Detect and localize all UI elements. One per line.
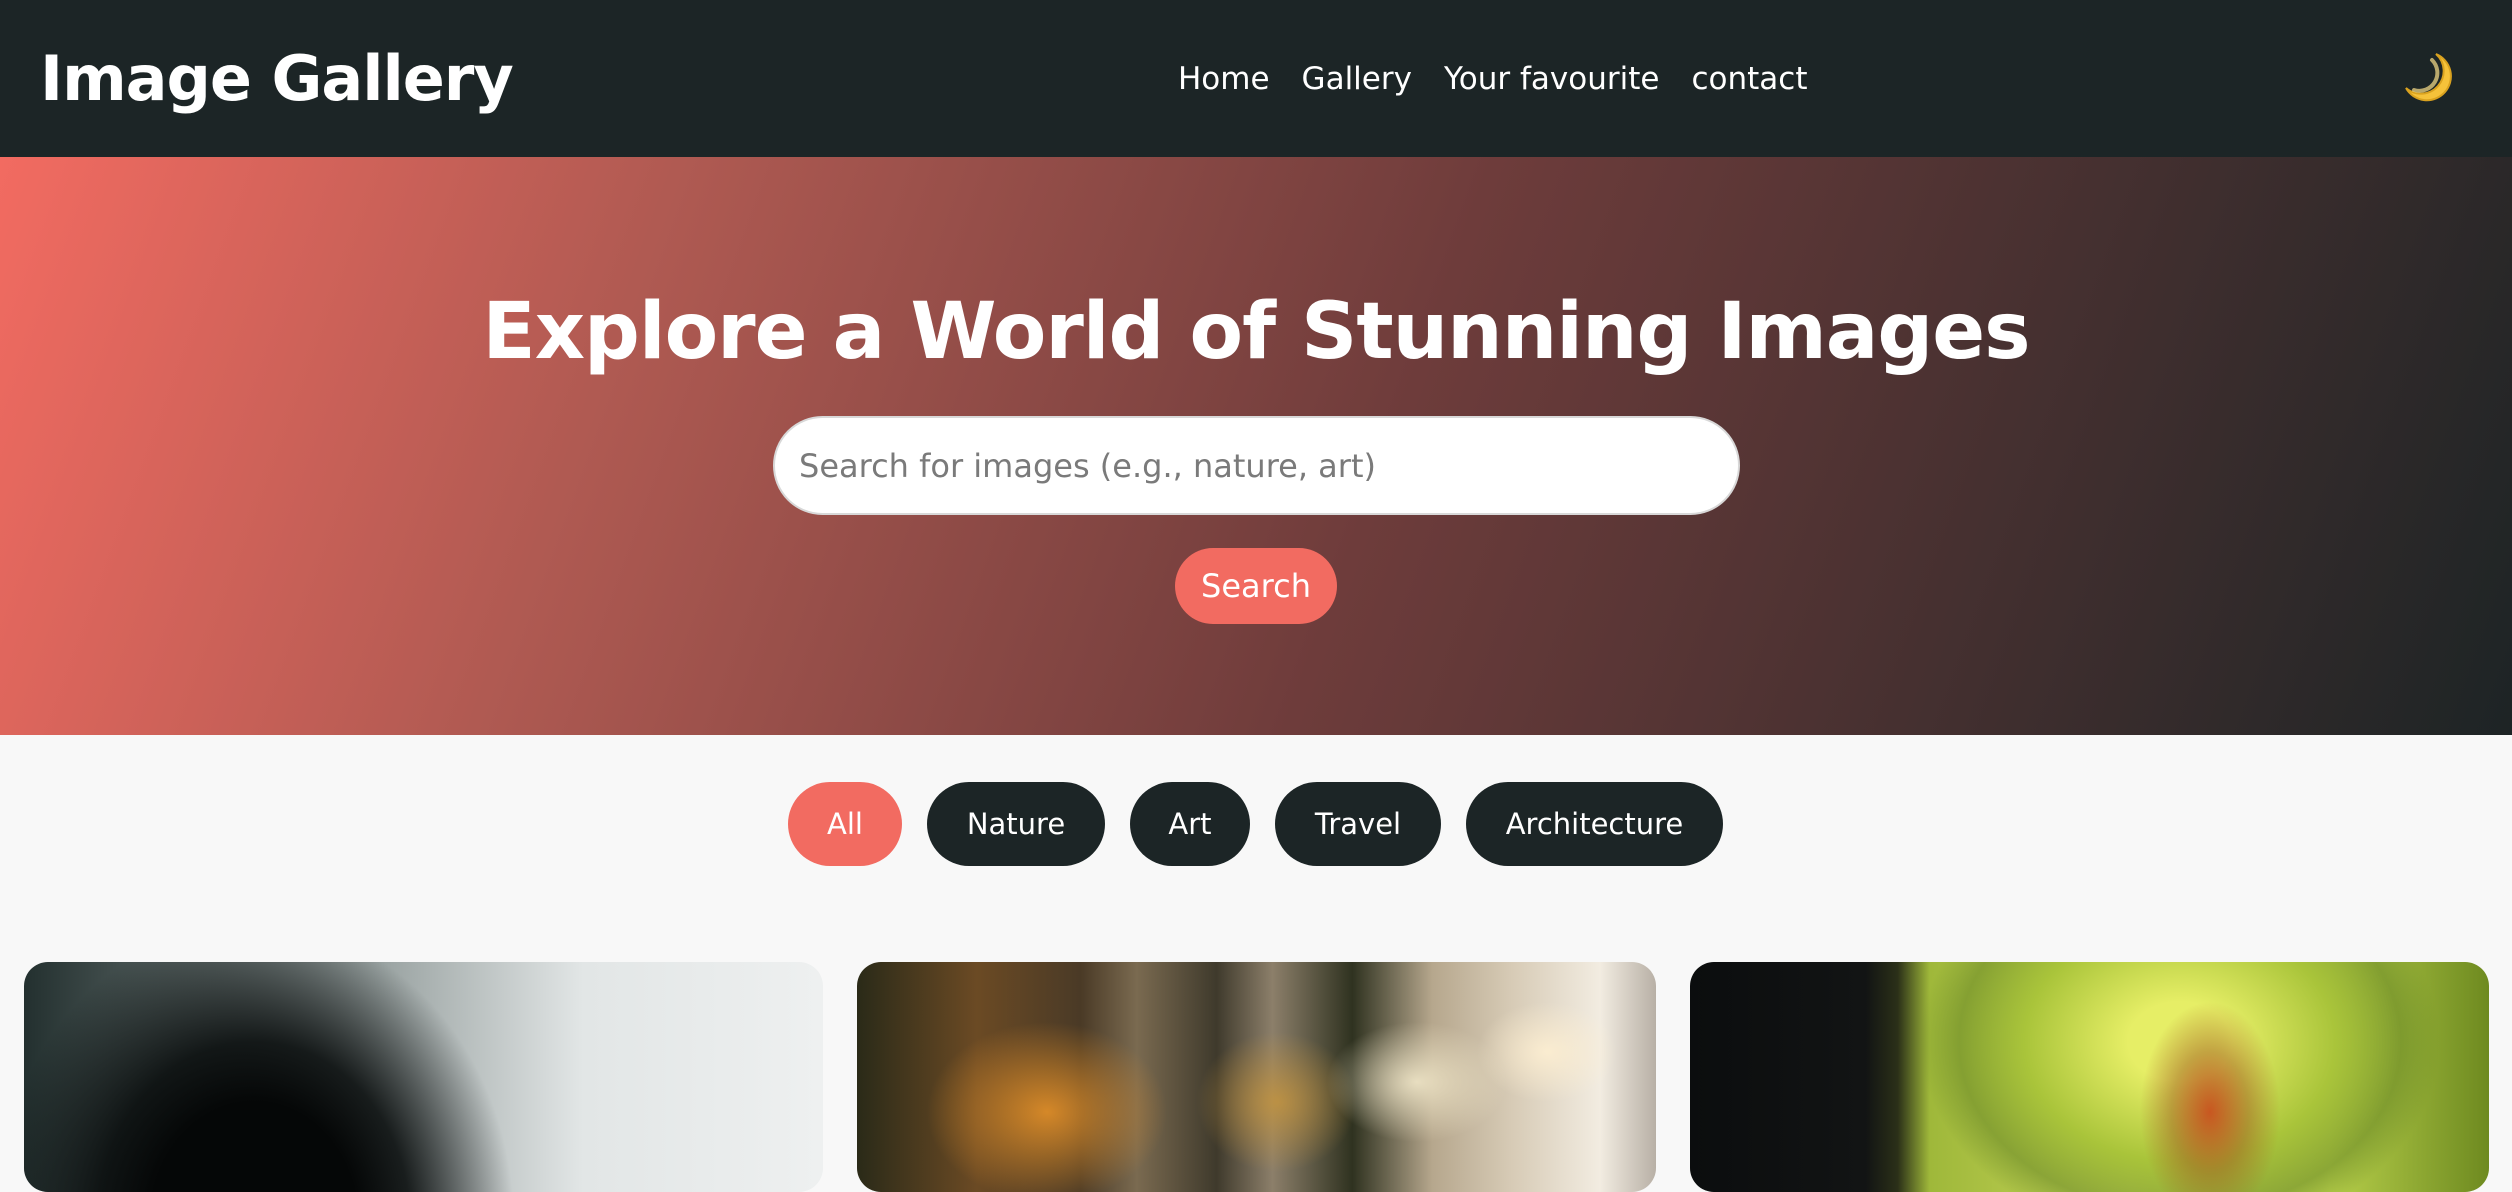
gallery-card[interactable]	[1690, 962, 2489, 1192]
nav-link-home[interactable]: Home	[1178, 56, 1270, 102]
main-nav: Home Gallery Your favourite contact	[1178, 56, 1807, 102]
gallery-image	[24, 962, 823, 1192]
gallery-image	[1690, 962, 2489, 1192]
gallery-card[interactable]	[857, 962, 1656, 1192]
filter-all[interactable]: All	[788, 782, 902, 866]
nav-link-gallery[interactable]: Gallery	[1302, 56, 1412, 102]
search-button[interactable]: Search	[1175, 548, 1337, 624]
navbar: Image Gallery Home Gallery Your favourit…	[0, 0, 2512, 157]
filter-travel[interactable]: Travel	[1275, 782, 1441, 866]
search-input[interactable]	[773, 416, 1740, 515]
moon-icon	[2405, 53, 2452, 102]
category-filters: All Nature Art Travel Architecture	[0, 782, 2512, 866]
hero-banner: Explore a World of Stunning Images Searc…	[0, 157, 2512, 735]
theme-toggle-button[interactable]	[2398, 48, 2458, 108]
gallery-card[interactable]	[24, 962, 823, 1192]
site-logo[interactable]: Image Gallery	[40, 37, 514, 121]
hero-title: Explore a World of Stunning Images	[482, 287, 2030, 377]
gallery-image	[857, 962, 1656, 1192]
image-gallery	[0, 962, 2512, 1192]
filter-architecture[interactable]: Architecture	[1466, 782, 1723, 866]
filter-art[interactable]: Art	[1130, 782, 1250, 866]
filter-nature[interactable]: Nature	[927, 782, 1105, 866]
nav-link-favourite[interactable]: Your favourite	[1444, 56, 1660, 102]
nav-link-contact[interactable]: contact	[1691, 56, 1807, 102]
